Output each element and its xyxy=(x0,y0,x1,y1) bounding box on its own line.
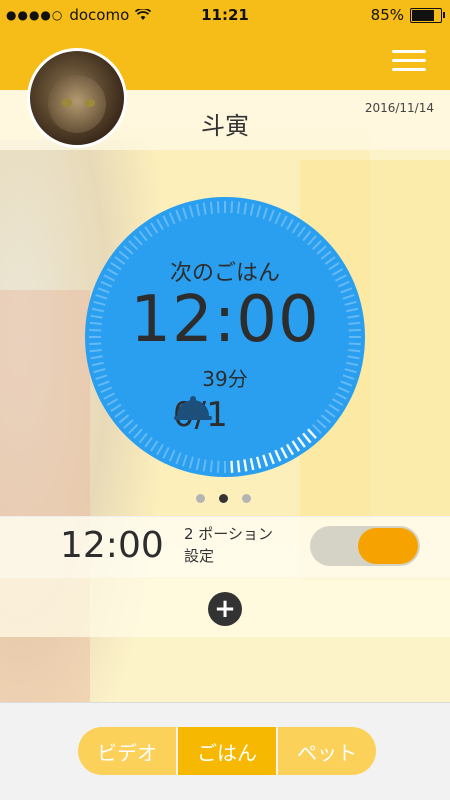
plus-circle-icon[interactable]: + xyxy=(208,592,242,626)
hamburger-menu-icon[interactable] xyxy=(392,48,426,74)
battery-icon xyxy=(410,7,445,23)
cloche-icon xyxy=(174,396,212,420)
portion-setting: 2 ポーション xyxy=(184,525,274,543)
next-feeding-dial: 次のごはん 12:00 39分 0/1 xyxy=(85,197,365,477)
portion-counter: 0/1 xyxy=(173,395,228,435)
page-indicator xyxy=(196,494,251,503)
date-label: 2016/11/14 xyxy=(364,101,434,115)
page-dot[interactable] xyxy=(196,494,205,503)
page-dot-active[interactable] xyxy=(219,494,228,503)
next-feeding-time: 12:00 xyxy=(130,283,320,357)
tab-pet[interactable]: ペット xyxy=(278,727,376,775)
schedule-toggle[interactable] xyxy=(310,526,420,566)
schedule-time: 12:00 xyxy=(60,525,164,566)
segmented-tabs: ビデオ ごはん ペット xyxy=(78,727,376,775)
setting-label: 設定 xyxy=(184,547,215,565)
tab-video[interactable]: ビデオ xyxy=(78,727,176,775)
battery-percent: 85% xyxy=(370,6,404,24)
bottom-tab-bar: ビデオ ごはん ペット xyxy=(0,702,450,800)
app-screen: ●●●●○ docomo 11:21 85% 斗寅 2016/11/14 次のご… xyxy=(0,0,450,800)
status-bar: ●●●●○ docomo 11:21 85% xyxy=(0,0,450,32)
schedule-description: 2 ポーション 設定 xyxy=(184,523,273,567)
page-dot[interactable] xyxy=(242,494,251,503)
tab-food[interactable]: ごはん xyxy=(178,727,276,775)
schedule-row[interactable]: 12:00 2 ポーション 設定 xyxy=(0,516,450,578)
add-schedule-row: + xyxy=(0,577,450,637)
time-remaining: 39分 xyxy=(202,367,248,391)
